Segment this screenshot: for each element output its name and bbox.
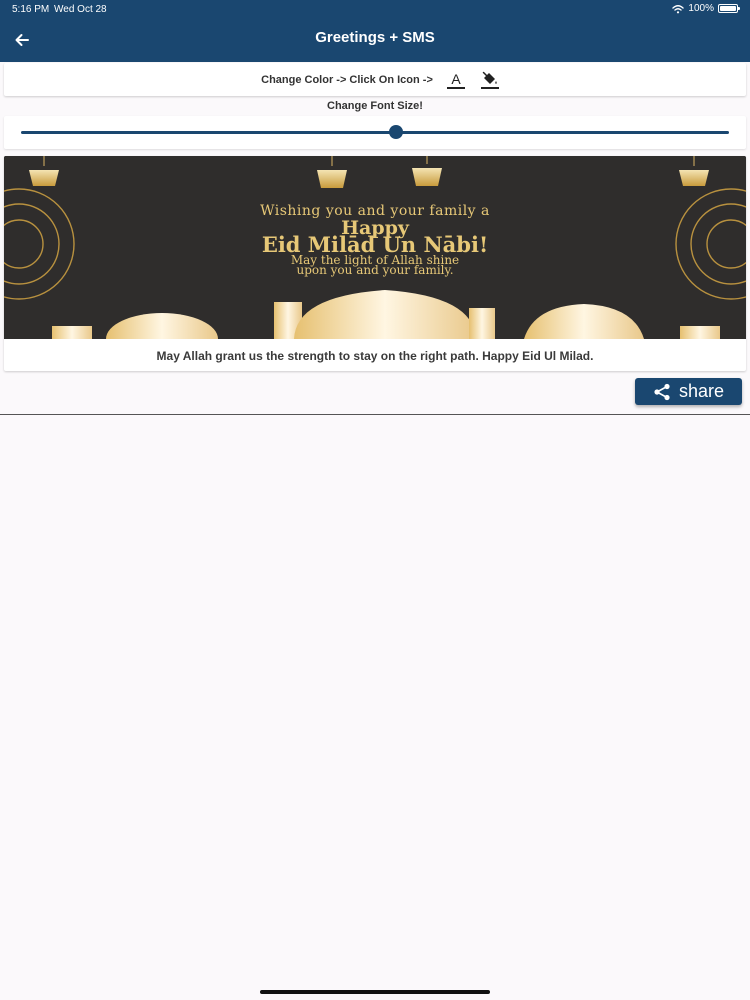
image-line-5: upon you and your family. — [296, 263, 453, 277]
battery-percentage: 100% — [688, 3, 714, 14]
content-divider — [0, 414, 750, 415]
wifi-icon — [672, 4, 685, 13]
color-controls-card: Change Color -> Click On Icon -> A — [4, 63, 746, 96]
battery-fill — [720, 6, 736, 11]
share-button[interactable]: share — [635, 378, 742, 405]
text-color-button[interactable]: A — [445, 69, 467, 91]
greeting-image: Wishing you and your family a Happy Eid … — [4, 156, 746, 339]
fill-color-button[interactable] — [479, 69, 501, 91]
text-color-letter: A — [451, 71, 461, 87]
app-header: 5:16 PM Wed Oct 28 100% Greetings + SMS — [0, 0, 750, 62]
font-size-slider-card — [4, 116, 746, 149]
battery-icon — [718, 4, 740, 13]
font-size-label: Change Font Size! — [327, 100, 423, 112]
status-date: Wed Oct 28 — [54, 4, 107, 15]
status-time: 5:16 PM — [12, 4, 50, 15]
paint-bucket-icon — [480, 71, 499, 89]
font-size-slider-thumb[interactable] — [389, 125, 404, 139]
greeting-card: Wishing you and your family a Happy Eid … — [4, 156, 746, 371]
page-title: Greetings + SMS — [315, 29, 435, 46]
share-icon — [654, 383, 670, 400]
font-size-slider-track[interactable] — [21, 131, 729, 134]
home-indicator — [260, 990, 490, 994]
toolbar: Greetings + SMS — [0, 20, 750, 60]
change-color-label: Change Color -> Click On Icon -> — [261, 73, 433, 86]
status-indicators: 100% — [672, 3, 740, 14]
text-color-icon: A — [446, 71, 465, 89]
share-label: share — [678, 381, 725, 401]
status-bar: 5:16 PM Wed Oct 28 100% — [0, 0, 750, 18]
greeting-message: May Allah grant us the strength to stay … — [156, 349, 594, 363]
